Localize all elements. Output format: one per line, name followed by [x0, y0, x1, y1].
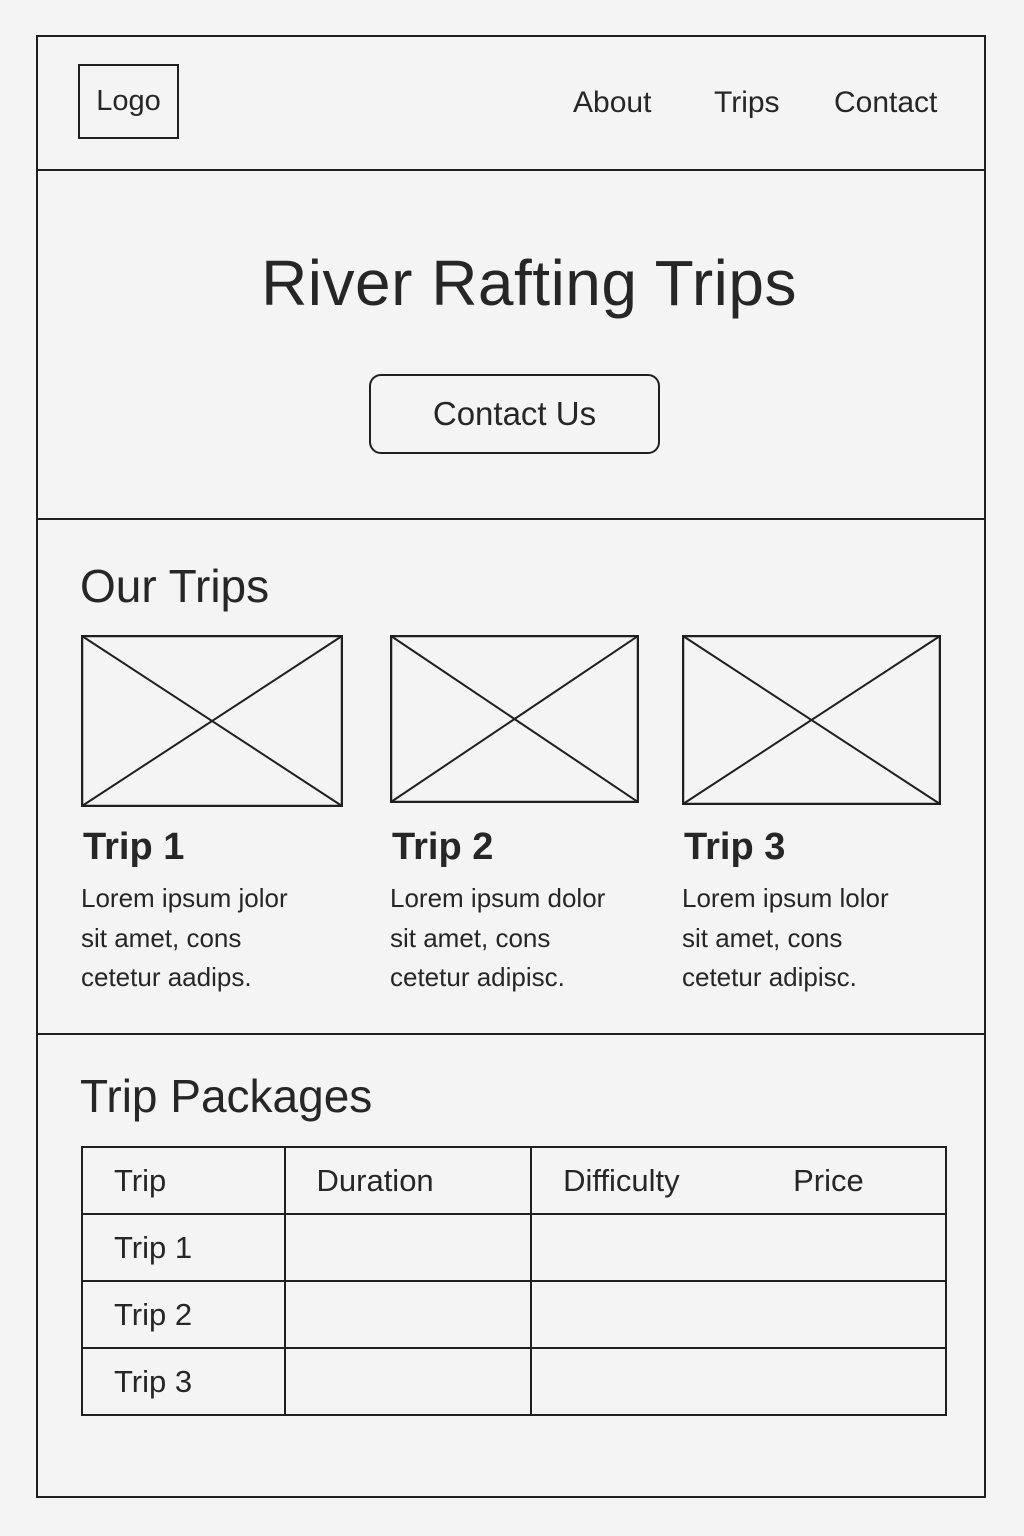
- trip-description: Lorem ipsum lolor sit amet, cons cetetur…: [682, 879, 941, 998]
- nav-link-about[interactable]: About: [573, 83, 651, 123]
- column-header-price: Price: [793, 1162, 864, 1198]
- trip-description-line: sit amet, cons: [682, 922, 843, 953]
- table-row: Trip 1: [81, 1213, 947, 1282]
- cell-difficulty-price: [530, 1280, 947, 1349]
- column-header-trip: Trip: [81, 1146, 286, 1215]
- trip-card[interactable]: Trip 2 Lorem ipsum dolor sit amet, cons …: [390, 635, 639, 998]
- nav-link-contact[interactable]: Contact: [834, 83, 937, 123]
- trip-name: Trip 1: [83, 826, 185, 868]
- logo[interactable]: Logo: [78, 64, 179, 139]
- column-header-difficulty: Difficulty: [563, 1162, 680, 1198]
- trip-description-line: cetetur adipisc.: [390, 962, 565, 992]
- hero-section: River Rafting Trips Contact Us: [38, 171, 984, 520]
- cell-difficulty-price: [530, 1347, 947, 1416]
- table-row: Trip 3: [81, 1347, 947, 1416]
- image-placeholder-icon: [390, 635, 639, 803]
- cell-duration: [283, 1347, 533, 1416]
- hero-title: River Rafting Trips: [261, 247, 797, 319]
- trip-description-line: sit amet, cons: [81, 922, 242, 953]
- trip-description-line: Lorem ipsum dolor: [390, 883, 606, 913]
- trip-description-line: cetetur adipisc.: [682, 962, 857, 992]
- trip-description: Lorem ipsum dolor sit amet, cons cetetur…: [390, 879, 639, 998]
- trip-description-line: Lorem ipsum lolor: [682, 883, 889, 913]
- nav-link-trips[interactable]: Trips: [714, 83, 780, 123]
- trip-description-line: sit amet, cons: [390, 922, 551, 953]
- trip-packages-section: Trip Packages Trip Duration Difficulty P…: [38, 1035, 984, 1498]
- our-trips-section: Our Trips Trip 1 Lorem ipsum jolor sit a…: [38, 520, 984, 1035]
- contact-us-button[interactable]: Contact Us: [369, 374, 660, 454]
- trip-card[interactable]: Trip 1 Lorem ipsum jolor sit amet, cons …: [81, 635, 343, 998]
- cell-trip: Trip 3: [81, 1347, 286, 1416]
- trip-description-line: cetetur aadips.: [81, 962, 252, 992]
- page-frame: Logo About Trips Contact River Rafting T…: [36, 35, 986, 1498]
- cell-duration: [283, 1280, 533, 1349]
- site-header: Logo About Trips Contact: [38, 37, 984, 171]
- trip-description: Lorem ipsum jolor sit amet, cons cetetur…: [81, 879, 343, 998]
- cell-difficulty-price: [530, 1213, 947, 1282]
- cell-trip: Trip 2: [81, 1280, 286, 1349]
- trip-name: Trip 3: [684, 826, 786, 868]
- trip-card[interactable]: Trip 3 Lorem ipsum lolor sit amet, cons …: [682, 635, 941, 998]
- cell-duration: [283, 1213, 533, 1282]
- packages-table: Trip Duration Difficulty Price Trip 1 Tr…: [81, 1146, 947, 1416]
- table-row: Trip 2: [81, 1280, 947, 1349]
- image-placeholder-icon: [81, 635, 343, 807]
- section-title-our-trips: Our Trips: [80, 560, 270, 612]
- trip-name: Trip 2: [392, 826, 494, 868]
- section-title-trip-packages: Trip Packages: [80, 1070, 373, 1122]
- trip-description-line: Lorem ipsum jolor: [81, 883, 288, 913]
- image-placeholder-icon: [682, 635, 941, 805]
- table-header-row: Trip Duration Difficulty Price: [81, 1146, 947, 1215]
- column-header-duration: Duration: [283, 1146, 533, 1215]
- column-header-difficulty-price: Difficulty Price: [530, 1146, 947, 1215]
- cell-trip: Trip 1: [81, 1213, 286, 1282]
